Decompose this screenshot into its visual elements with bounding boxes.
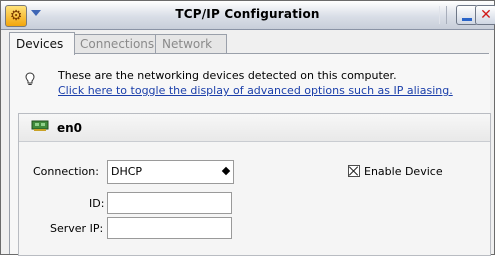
tab-connections[interactable]: Connections bbox=[73, 34, 167, 54]
enable-device-checkbox[interactable] bbox=[348, 165, 360, 177]
resize-grip bbox=[439, 6, 447, 24]
network-card-icon bbox=[31, 120, 49, 131]
minimize-icon bbox=[462, 17, 472, 21]
enable-device-label[interactable]: Enable Device bbox=[364, 165, 443, 178]
lightbulb-icon bbox=[25, 72, 35, 85]
server-ip-label: Server IP: bbox=[50, 222, 104, 235]
select-arrow-icon bbox=[221, 166, 231, 176]
connection-select[interactable]: DHCP bbox=[107, 160, 234, 184]
advanced-options-link[interactable]: Click here to toggle the display of adva… bbox=[58, 84, 453, 97]
device-header: en0 bbox=[19, 114, 490, 142]
id-input[interactable] bbox=[107, 192, 232, 214]
device-name: en0 bbox=[57, 121, 83, 135]
server-ip-input[interactable] bbox=[107, 217, 232, 239]
info-text: These are the networking devices detecte… bbox=[58, 69, 397, 82]
id-label: ID: bbox=[89, 197, 105, 210]
connection-label: Connection: bbox=[33, 165, 99, 178]
title-bar[interactable]: ⚙ TCP/IP Configuration ✕ bbox=[1, 1, 495, 30]
window-title: TCP/IP Configuration bbox=[175, 7, 320, 21]
close-icon: ✕ bbox=[480, 7, 492, 23]
close-button[interactable]: ✕ bbox=[475, 5, 495, 25]
tab-network[interactable]: Network bbox=[155, 34, 227, 54]
tab-devices[interactable]: Devices bbox=[9, 32, 75, 55]
connection-value: DHCP bbox=[111, 165, 143, 178]
tab-bar: Devices Connections Network bbox=[9, 32, 489, 55]
tab-divider bbox=[9, 53, 489, 54]
tcpip-window: ⚙ TCP/IP Configuration ✕ Devices Connect… bbox=[0, 0, 495, 256]
